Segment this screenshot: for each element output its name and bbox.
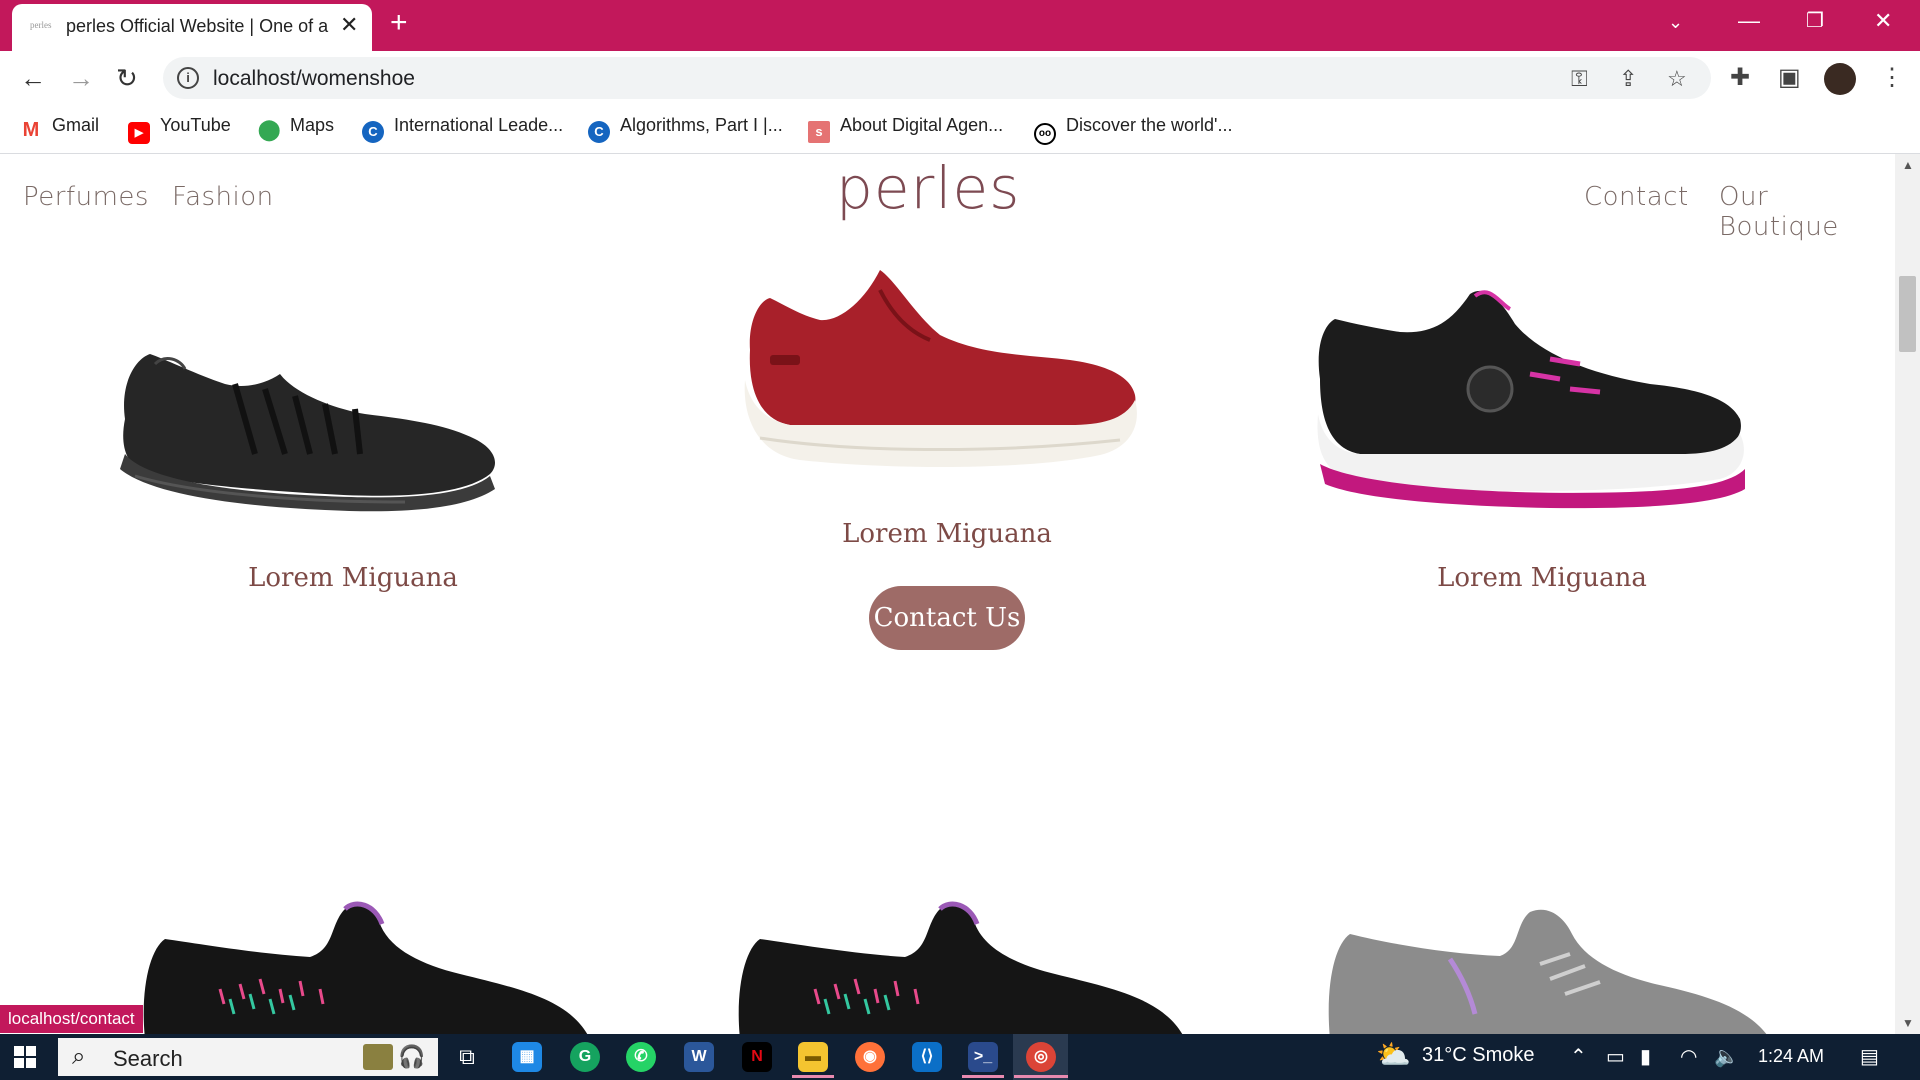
active-indicator xyxy=(1014,1075,1068,1078)
bookmark-international-leaders[interactable]: C International Leade... xyxy=(362,115,563,143)
bookmark-discover[interactable]: oo Discover the world'... xyxy=(1034,115,1233,145)
search-placeholder: Search xyxy=(113,1046,183,1071)
scroll-up-arrow-icon[interactable]: ▲ xyxy=(1902,158,1914,172)
scroll-down-arrow-icon[interactable]: ▼ xyxy=(1902,1016,1914,1030)
word-icon[interactable]: W xyxy=(684,1042,714,1072)
address-bar[interactable]: i localhost/womenshoe ⚿ ⇪ ☆ xyxy=(163,57,1711,99)
shoe-image-black-multicolor[interactable] xyxy=(715,899,1195,1034)
profile-avatar[interactable] xyxy=(1824,63,1856,95)
bookmark-star-icon[interactable]: ☆ xyxy=(1667,66,1687,92)
share-icon[interactable]: ⇪ xyxy=(1619,66,1637,92)
close-window-icon[interactable]: ✕ xyxy=(1874,8,1892,34)
shoe-image-black-pink[interactable] xyxy=(1300,264,1790,514)
minimize-icon[interactable]: — xyxy=(1738,8,1760,34)
taskbar-search[interactable]: ⌕ Search 🎧 xyxy=(58,1038,438,1076)
site-info-icon[interactable]: i xyxy=(177,67,199,89)
maps-icon: ⬤ xyxy=(258,119,281,141)
forward-icon[interactable]: → xyxy=(68,63,94,94)
scrollbar-thumb[interactable] xyxy=(1899,276,1916,352)
product-name[interactable]: Lorem Miguana xyxy=(747,519,1147,549)
whatsapp-icon[interactable]: ✆ xyxy=(626,1042,656,1072)
battery-icon[interactable]: ▮ xyxy=(1640,1044,1651,1069)
shoe-image-black-multicolor[interactable] xyxy=(120,899,600,1034)
nav-our-boutique[interactable]: Our Boutique xyxy=(1719,182,1895,242)
meet-now-icon[interactable]: ▭ xyxy=(1606,1044,1625,1069)
bookmark-youtube[interactable]: ▶ YouTube xyxy=(128,115,231,144)
headphones-icon: 🎧 xyxy=(398,1044,426,1069)
c-icon: C xyxy=(362,121,384,143)
extensions-icon[interactable]: ✚ xyxy=(1730,63,1750,92)
volume-icon[interactable]: 🔈 xyxy=(1714,1044,1739,1069)
wifi-icon[interactable]: ◠ xyxy=(1680,1044,1697,1069)
page-scrollbar[interactable]: ▲ ▼ xyxy=(1895,154,1920,1034)
product-name[interactable]: Lorem Miguana xyxy=(1342,563,1742,593)
tab-favicon: perles xyxy=(30,20,52,30)
product-name[interactable]: Lorem Miguana xyxy=(153,563,553,593)
tab-search-icon[interactable]: ⌄ xyxy=(1668,12,1683,33)
shoe-image-red[interactable] xyxy=(730,260,1170,480)
nav-fashion[interactable]: Fashion xyxy=(172,182,274,212)
windows-taskbar: ⌕ Search 🎧 ⧉ ▦ G ✆ W N ▬ ◉ ⟨⟩ >_ ◎ ⛅ 31°… xyxy=(0,1034,1920,1080)
webpage: Perfumes Fashion Contact Our Boutique pe… xyxy=(0,154,1895,1034)
nav-contact[interactable]: Contact xyxy=(1584,182,1689,212)
gmail-icon: M xyxy=(20,119,42,141)
bookmark-gmail[interactable]: M Gmail xyxy=(20,115,99,141)
grammarly-icon[interactable]: G xyxy=(570,1042,600,1072)
notifications-icon[interactable]: ▤ xyxy=(1860,1044,1879,1069)
shoe-image-black[interactable] xyxy=(105,304,595,514)
chrome-icon[interactable]: ◎ xyxy=(1026,1042,1056,1072)
nav-perfumes[interactable]: Perfumes xyxy=(23,182,149,212)
contact-us-button[interactable]: Contact Us xyxy=(869,586,1025,650)
microsoft-store-icon[interactable]: ▦ xyxy=(512,1042,542,1072)
bookmarks-bar: M Gmail ▶ YouTube ⬤ Maps C International Lea… xyxy=(0,105,1920,154)
back-icon[interactable]: ← xyxy=(20,63,46,94)
search-highlight-icon xyxy=(363,1044,393,1070)
netflix-icon[interactable]: N xyxy=(742,1042,772,1072)
reload-icon[interactable]: ↻ xyxy=(116,63,138,94)
active-tab[interactable]: perles perles Official Website | One of … xyxy=(12,4,372,51)
firefox-icon[interactable]: ◉ xyxy=(855,1042,885,1072)
shoe-image-grey[interactable] xyxy=(1310,904,1790,1034)
task-view-icon[interactable]: ⧉ xyxy=(452,1042,482,1072)
close-tab-icon[interactable]: ✕ xyxy=(340,12,358,38)
bookmark-maps[interactable]: ⬤ Maps xyxy=(258,115,334,141)
show-hidden-icons-icon[interactable]: ⌃ xyxy=(1570,1044,1587,1069)
bookmark-algorithms[interactable]: C Algorithms, Part I |... xyxy=(588,115,783,143)
new-tab-icon[interactable]: + xyxy=(390,6,408,40)
weather-text[interactable]: 31°C Smoke xyxy=(1422,1044,1535,1067)
link-status-bubble: localhost/contact xyxy=(0,1005,143,1033)
menu-kebab-icon[interactable]: ⋮ xyxy=(1880,63,1904,92)
windows-start-icon[interactable] xyxy=(14,1046,36,1068)
active-indicator xyxy=(962,1075,1004,1078)
tab-title: perles Official Website | One of a xyxy=(66,16,329,36)
tripadvisor-icon: oo xyxy=(1034,123,1056,145)
file-explorer-icon[interactable]: ▬ xyxy=(798,1042,828,1072)
tab-bar: perles perles Official Website | One of … xyxy=(0,0,1920,51)
weather-cloud-icon[interactable]: ⛅ xyxy=(1376,1038,1411,1071)
restore-icon[interactable]: ❐ xyxy=(1806,8,1824,33)
search-icon: ⌕ xyxy=(72,1043,86,1070)
s-icon: s xyxy=(808,121,830,143)
bookmark-digital-agency[interactable]: s About Digital Agen... xyxy=(808,115,1003,143)
browser-toolbar: ← → ↻ i localhost/womenshoe ⚿ ⇪ ☆ ✚ ▣ ⋮ xyxy=(0,51,1920,105)
youtube-icon: ▶ xyxy=(128,122,150,144)
powershell-icon[interactable]: >_ xyxy=(968,1042,998,1072)
c-icon: C xyxy=(588,121,610,143)
clock-time[interactable]: 1:24 AM xyxy=(1758,1046,1824,1067)
active-indicator xyxy=(792,1075,834,1078)
url-text[interactable]: localhost/womenshoe xyxy=(213,67,415,91)
site-logo[interactable]: perles xyxy=(836,154,1020,222)
vscode-icon[interactable]: ⟨⟩ xyxy=(912,1042,942,1072)
side-panel-icon[interactable]: ▣ xyxy=(1778,63,1801,92)
key-icon[interactable]: ⚿ xyxy=(1571,66,1588,92)
